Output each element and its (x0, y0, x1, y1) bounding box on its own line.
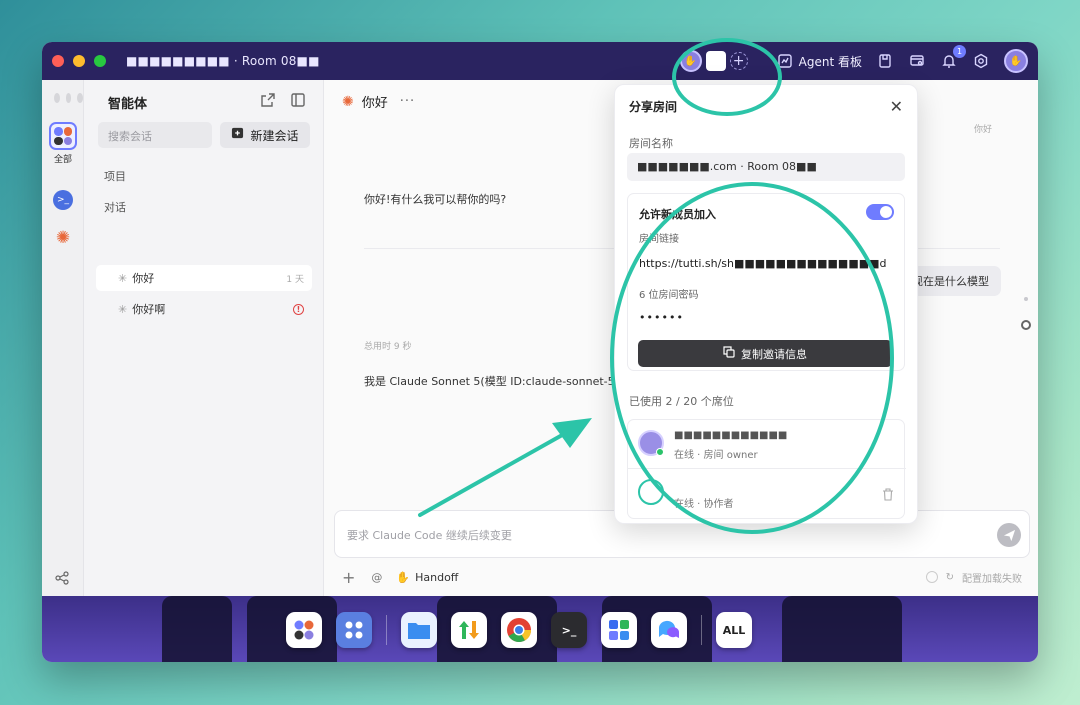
annotation-arrow (418, 418, 592, 517)
